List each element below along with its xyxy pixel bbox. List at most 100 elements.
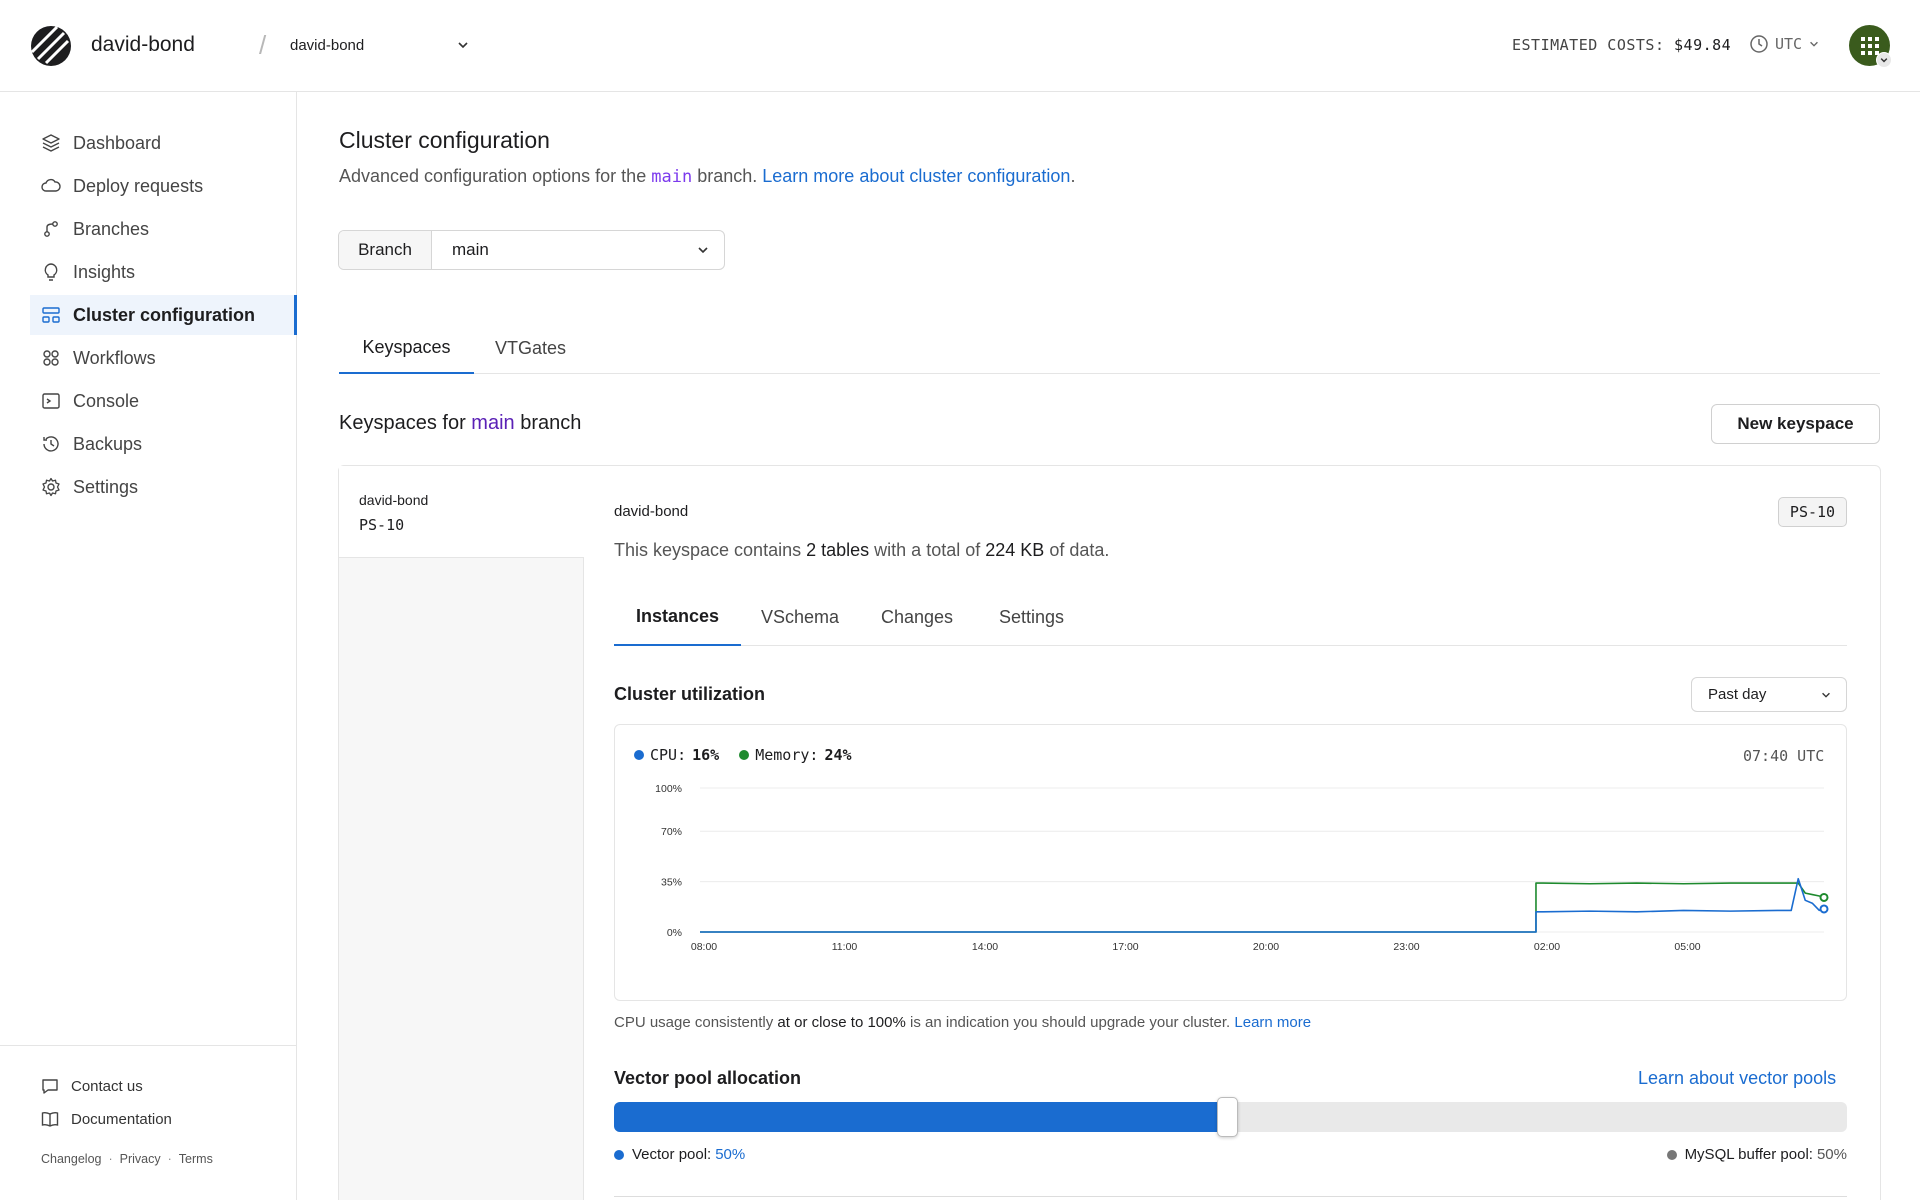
tab-instances[interactable]: Instances xyxy=(614,589,741,646)
keyspace-description: This keyspace contains 2 tables with a t… xyxy=(614,540,1109,561)
keyspace-list-item-name: david-bond xyxy=(359,492,429,508)
chevron-down-icon xyxy=(698,247,708,254)
chevron-down-icon xyxy=(458,42,468,49)
vector-pool-slider-handle[interactable] xyxy=(1216,1097,1238,1137)
workflows-icon xyxy=(43,350,59,366)
desc-size: 224 KB xyxy=(985,540,1045,560)
desc-suffix: of data. xyxy=(1049,540,1110,560)
vector-pools-docs-link[interactable]: Learn about vector pools xyxy=(1638,1068,1836,1089)
changelog-link[interactable]: Changelog xyxy=(41,1152,101,1166)
avatar-pattern-icon xyxy=(1860,36,1879,55)
sidebar-item-label: Branches xyxy=(73,218,150,239)
breadcrumb-separator: / xyxy=(259,30,267,60)
buffer-pool-dot xyxy=(1666,1149,1677,1160)
chevron-down-icon xyxy=(1822,692,1830,698)
sidebar-item-console[interactable]: Console xyxy=(30,381,297,421)
tab-label: Changes xyxy=(881,607,954,627)
cpu-legend-label: CPU: xyxy=(650,746,687,764)
memory-legend-label: Memory: xyxy=(755,746,819,764)
planetscale-logo[interactable] xyxy=(30,25,72,67)
sidebar-item-label: Cluster configuration xyxy=(73,304,256,325)
sidebar: Dashboard Deploy requests Branches Insig… xyxy=(0,92,297,1200)
keyspace-name: david-bond xyxy=(614,503,689,520)
vector-pool-title: Vector pool allocation xyxy=(614,1068,802,1088)
cluster-config-docs-link[interactable]: Learn more about cluster configuration xyxy=(762,166,1070,186)
layers-icon xyxy=(42,134,60,152)
page-subtitle: Advanced configuration options for the m… xyxy=(339,166,1075,187)
tab-label: Settings xyxy=(999,607,1065,627)
sidebar-item-label: Dashboard xyxy=(73,132,162,153)
cpu-series-line xyxy=(700,877,1825,933)
sidebar-item-label: Insights xyxy=(73,261,136,282)
footer-links: Changelog · Privacy · Terms xyxy=(41,1152,213,1166)
sidebar-item-deploy-requests[interactable]: Deploy requests xyxy=(30,166,297,206)
footer-separator: · xyxy=(108,1152,113,1166)
x-tick-label: 08:00 xyxy=(691,941,717,953)
sidebar-item-dashboard[interactable]: Dashboard xyxy=(30,123,297,163)
sidebar-footer-divider xyxy=(0,1045,297,1046)
chart-time-readout: 07:40 UTC xyxy=(1743,747,1825,765)
sidebar-item-label: Deploy requests xyxy=(73,175,204,196)
branch-select-value: main xyxy=(452,240,489,259)
tab-keyspaces[interactable]: Keyspaces xyxy=(339,322,474,374)
tab-label: VTGates xyxy=(495,337,567,358)
tab-settings[interactable]: Settings xyxy=(977,589,1086,646)
vector-pool-fill xyxy=(614,1102,1225,1132)
vector-pool-label: Vector pool: xyxy=(632,1146,712,1163)
privacy-link[interactable]: Privacy xyxy=(120,1152,161,1166)
memory-series-line xyxy=(700,882,1825,933)
x-tick-label: 02:00 xyxy=(1534,941,1560,953)
sidebar-item-insights[interactable]: Insights xyxy=(30,252,297,292)
org-name[interactable]: david-bond xyxy=(91,33,195,57)
top-header: david-bond / david-bond ESTIMATED COSTS:… xyxy=(0,0,1920,92)
desc-tables: 2 tables xyxy=(806,540,870,560)
plan-badge: PS-10 xyxy=(1778,497,1847,527)
x-tick-label: 05:00 xyxy=(1674,941,1700,953)
desc-prefix: This keyspace contains xyxy=(614,540,802,560)
database-select[interactable]: david-bond xyxy=(290,28,470,62)
database-select-label: david-bond xyxy=(290,36,365,54)
timezone-label: UTC xyxy=(1775,35,1803,53)
sidebar-item-label: Backups xyxy=(73,433,143,454)
keyspace-list-item-plan: PS-10 xyxy=(359,516,405,534)
sidebar-item-workflows[interactable]: Workflows xyxy=(30,338,297,378)
learn-more-link[interactable]: Learn more xyxy=(1234,1014,1311,1031)
terms-link[interactable]: Terms xyxy=(179,1152,213,1166)
tab-vschema[interactable]: VSchema xyxy=(739,589,861,646)
sidebar-item-label: Settings xyxy=(73,476,139,497)
avatar-menu-chevron[interactable] xyxy=(1876,52,1892,68)
time-range-select[interactable]: Past day xyxy=(1691,677,1847,712)
memory-legend-value: 24% xyxy=(824,746,852,764)
y-tick-label: 0% xyxy=(667,927,682,939)
next-section-edge xyxy=(614,1196,1847,1200)
lightbulb-icon xyxy=(44,263,58,281)
new-keyspace-button[interactable]: New keyspace xyxy=(1711,404,1880,444)
tab-vtgates[interactable]: VTGates xyxy=(473,322,588,374)
tab-changes[interactable]: Changes xyxy=(859,589,975,646)
branch-select[interactable]: main xyxy=(432,231,724,269)
documentation-link[interactable]: Documentation xyxy=(41,1110,172,1128)
vector-pool-slider[interactable] xyxy=(614,1097,1847,1137)
keyspaces-heading: Keyspaces for main branch xyxy=(339,412,581,435)
contact-us-link[interactable]: Contact us xyxy=(41,1077,143,1095)
timezone-select[interactable]: UTC xyxy=(1749,34,1820,54)
x-tick-label: 20:00 xyxy=(1253,941,1279,953)
documentation-label: Documentation xyxy=(71,1110,172,1128)
sidebar-item-branches[interactable]: Branches xyxy=(30,209,297,249)
book-icon xyxy=(41,1111,59,1127)
footer-separator: · xyxy=(167,1152,172,1166)
backup-icon xyxy=(43,436,59,452)
sidebar-item-label: Console xyxy=(73,390,140,411)
sidebar-item-backups[interactable]: Backups xyxy=(30,424,297,464)
cluster-utilization-title: Cluster utilization xyxy=(614,684,766,704)
cpu-legend-value: 16% xyxy=(692,746,720,764)
chat-icon xyxy=(42,1079,58,1094)
keyspace-list-item[interactable]: david-bond PS-10 xyxy=(339,466,584,558)
sidebar-item-settings[interactable]: Settings xyxy=(30,467,297,507)
utilization-chart[interactable]: 100% 70% 35% 0% 08:00 11:00 14:00 17:00 20:00 23:… xyxy=(614,770,1847,960)
sidebar-item-cluster-configuration[interactable]: Cluster configuration xyxy=(30,295,297,335)
branch-selector: Branch main xyxy=(338,230,725,270)
x-tick-label: 14:00 xyxy=(972,941,998,953)
x-tick-label: 17:00 xyxy=(1112,941,1138,953)
chart-legend: CPU: 16% Memory: 24% xyxy=(634,746,852,764)
